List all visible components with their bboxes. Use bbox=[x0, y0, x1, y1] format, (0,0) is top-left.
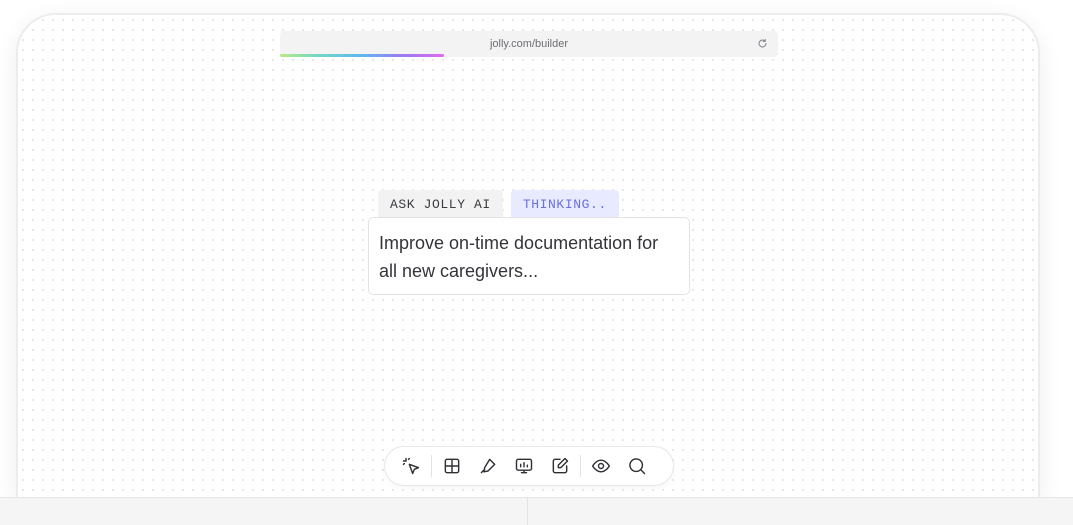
tab-ask-jolly-ai[interactable]: ASK JOLLY AI bbox=[378, 190, 503, 218]
toolbar-divider bbox=[580, 455, 581, 477]
select-ai-icon[interactable] bbox=[393, 450, 429, 482]
load-progress-bar bbox=[280, 54, 445, 57]
prompt-tabs: ASK JOLLY AI THINKING.. bbox=[378, 190, 619, 218]
thinking-status-badge: THINKING.. bbox=[510, 190, 619, 218]
refresh-icon[interactable] bbox=[756, 37, 769, 50]
toolbar-divider bbox=[431, 455, 432, 477]
address-bar[interactable]: jolly.com/builder bbox=[280, 31, 778, 57]
panel-divider bbox=[527, 498, 528, 525]
presentation-icon[interactable] bbox=[506, 450, 542, 482]
page: jolly.com/builder ASK JOLLY AI THINKING.… bbox=[0, 0, 1073, 525]
preview-eye-icon[interactable] bbox=[583, 450, 619, 482]
builder-frame: jolly.com/builder ASK JOLLY AI THINKING.… bbox=[16, 13, 1040, 503]
pen-icon[interactable] bbox=[470, 450, 506, 482]
url-text: jolly.com/builder bbox=[489, 38, 569, 50]
edit-icon[interactable] bbox=[542, 450, 578, 482]
bottom-toolbar bbox=[384, 446, 674, 486]
layout-icon[interactable] bbox=[434, 450, 470, 482]
search-icon[interactable] bbox=[619, 450, 655, 482]
bottom-panel bbox=[0, 497, 1073, 525]
prompt-input[interactable]: Improve on-time documentation for all ne… bbox=[368, 217, 690, 295]
